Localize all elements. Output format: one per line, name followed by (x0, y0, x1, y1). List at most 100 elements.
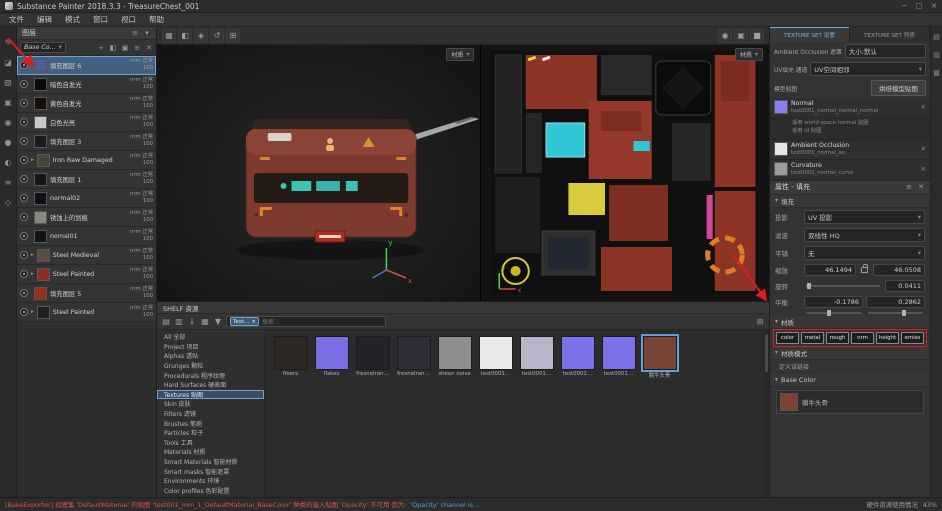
balance-x-slider[interactable] (806, 312, 861, 314)
暗色自发光[interactable]: 暗色自发光 nrm 正常100 (17, 75, 156, 94)
collapsed-panel-icon-3[interactable]: ▦ (933, 69, 941, 77)
shelf-category[interactable]: Materials 材质 (157, 447, 264, 457)
shelf-category[interactable]: Particles 粒子 (157, 428, 264, 438)
close-button[interactable]: ✕ (931, 2, 937, 10)
layers-panel-collapse-icon[interactable]: ▾ (143, 29, 151, 37)
Curvature[interactable]: Curvaturetest0001_normal_curve ✕ (770, 160, 930, 180)
layer-visibility-icon[interactable] (20, 156, 28, 164)
layer-visibility-icon[interactable] (20, 61, 28, 69)
填充图层 1[interactable]: 填充图层 1 nrm 正常100 (17, 170, 156, 189)
new-folder-icon[interactable]: ▤ (162, 317, 170, 326)
shelf-category[interactable]: Environments 环境 (157, 476, 264, 486)
menu-item[interactable]: 模式 (59, 13, 86, 26)
menu-item[interactable]: 帮助 (143, 13, 170, 26)
channel-button[interactable]: rough (826, 332, 849, 344)
shelf-category[interactable]: Procedurals 程序纹理 (157, 370, 264, 380)
define-link-button[interactable]: 定义该链接 (770, 360, 930, 374)
channel-button[interactable]: nrm (851, 332, 874, 344)
quick-mask-tool-icon[interactable]: ≡ (2, 176, 15, 189)
panel-options-icon[interactable]: ≡ (905, 183, 913, 191)
symmetry-icon[interactable]: ◈ (194, 29, 208, 43)
add-layer-icon[interactable]: + (97, 44, 105, 52)
paint-brush-tool-icon[interactable]: ✎ (2, 36, 15, 49)
scale-link-lock-icon[interactable] (861, 267, 868, 273)
shelf-category[interactable]: Smart Materials 智能材质 (157, 457, 264, 467)
Steel Painted[interactable]: ▸ Steel Painted nrm 正常100 (17, 303, 156, 322)
minimize-button[interactable]: ─ (902, 2, 906, 10)
add-fill-layer-icon[interactable]: ◧ (109, 44, 117, 52)
ao-size-field[interactable]: 大小:默认 (845, 44, 926, 58)
blend-mode-dropdown[interactable]: Base Co...▾ (20, 42, 66, 53)
layer-visibility-icon[interactable] (20, 308, 28, 316)
shelf-resource[interactable]: 躺牛头骨 (641, 336, 678, 379)
import-resource-icon[interactable]: ▥ (175, 317, 183, 326)
material-section-header[interactable]: ▾材质 (770, 316, 930, 329)
channel-button[interactable]: metal (801, 332, 824, 344)
viewport-3d[interactable]: x y 材质▾ (157, 45, 481, 301)
layer-visibility-icon[interactable] (20, 118, 28, 126)
shelf-category[interactable]: Grunges 颗粒 (157, 361, 264, 371)
layer-expand-icon[interactable]: ▸ (31, 157, 34, 163)
projection-tool-icon[interactable]: ▨ (2, 76, 15, 89)
shelf-category[interactable]: Textures 贴图 (157, 390, 264, 400)
tab-texture-set-list[interactable]: TEXTURE SET 列表 (850, 27, 930, 42)
remove-mesh-map-icon[interactable]: ✕ (921, 145, 926, 153)
filter-icon[interactable]: ▼ (214, 317, 222, 326)
eraser-tool-icon[interactable]: ◪ (2, 56, 15, 69)
shelf-category[interactable]: Alphas 透贴 (157, 351, 264, 361)
shader-dropdown-2d[interactable]: 材质▾ (735, 48, 763, 61)
material-picker-tool-icon[interactable]: ◐ (2, 156, 15, 169)
polygon-fill-tool-icon[interactable]: ▣ (2, 96, 15, 109)
channel-button[interactable]: emiss (901, 332, 924, 344)
layer-visibility-icon[interactable] (20, 99, 28, 107)
balance-y-slider[interactable] (868, 312, 923, 314)
锈蚀上的划痕[interactable]: 锈蚀上的划痕 nrm 正常100 (17, 208, 156, 227)
layer-visibility-icon[interactable] (20, 270, 28, 278)
shelf-category[interactable]: Filters 滤镜 (157, 409, 264, 419)
viewport-2d[interactable]: x y 材质▾ (481, 45, 769, 301)
rotation-input[interactable]: 0.0411 (885, 280, 925, 292)
texture-set-grid-icon[interactable]: ▦ (162, 29, 176, 43)
material-mode-section-header[interactable]: ▾材质模式 (770, 347, 930, 360)
layer-visibility-icon[interactable] (20, 175, 28, 183)
layer-visibility-icon[interactable] (20, 137, 28, 145)
layer-expand-icon[interactable]: ▸ (31, 252, 34, 258)
add-effect-icon[interactable]: ≡ (133, 44, 141, 52)
channel-button[interactable]: color (776, 332, 799, 344)
thumbnail-size-icon[interactable]: ⊞ (756, 317, 764, 326)
add-folder-icon[interactable]: ▣ (121, 44, 129, 52)
白色光亮[interactable]: 白色光亮 nrm 正常100 (17, 113, 156, 132)
collapsed-panel-icon-2[interactable]: ▥ (933, 51, 941, 59)
shelf-category[interactable]: Color profiles 色彩配置 (157, 486, 264, 496)
normal02[interactable]: normal02 nrm 正常100 (17, 189, 156, 208)
display-settings-icon[interactable]: ▣ (734, 29, 748, 43)
shelf-scrollbar[interactable] (764, 330, 769, 497)
shelf-category[interactable]: Brushes 笔刷 (157, 418, 264, 428)
shelf-category[interactable]: All 全部 (157, 332, 264, 342)
menu-item[interactable]: 文件 (3, 13, 30, 26)
shelf-category[interactable]: Smart masks 智能遮罩 (157, 466, 264, 476)
base-color-section-header[interactable]: ▾Base Color (770, 374, 930, 387)
shader-dropdown-3d[interactable]: 材质▾ (446, 48, 474, 61)
rotate-view-icon[interactable]: ↺ (210, 29, 224, 43)
collapsed-panel-icon-1[interactable]: ▤ (933, 33, 941, 41)
clone-tool-icon[interactable]: ● (2, 136, 15, 149)
shelf-search-input[interactable]: Text…✕ 搜索 (226, 316, 386, 327)
scale-y-input[interactable]: 46.0508 (873, 264, 925, 276)
填充图层 3[interactable]: 填充图层 3 nrm 正常100 (17, 132, 156, 151)
delete-layer-icon[interactable]: ✕ (145, 44, 153, 52)
view-grid-icon[interactable]: ▦ (201, 317, 209, 326)
黄色自发光[interactable]: 黄色自发光 nrm 正常100 (17, 94, 156, 113)
balance-y-input[interactable]: 0.2862 (866, 296, 925, 308)
menu-item[interactable]: 视口 (115, 13, 142, 26)
shelf-resource[interactable]: test0001… (518, 336, 555, 379)
shelf-resource[interactable]: test0001… (477, 336, 514, 379)
balance-x-input[interactable]: -0.1786 (804, 296, 863, 308)
shelf-resource[interactable]: test0001… (600, 336, 637, 379)
menu-item[interactable]: 编辑 (31, 13, 58, 26)
Iron Raw Damaged[interactable]: ▸ Iron Raw Damaged nrm 正常100 (17, 151, 156, 170)
scale-x-input[interactable]: 46.1494 (804, 264, 856, 276)
nomal01[interactable]: nomal01 nrm 正常100 (17, 227, 156, 246)
maximize-button[interactable]: □ (916, 2, 923, 10)
rotation-slider[interactable] (806, 285, 880, 287)
